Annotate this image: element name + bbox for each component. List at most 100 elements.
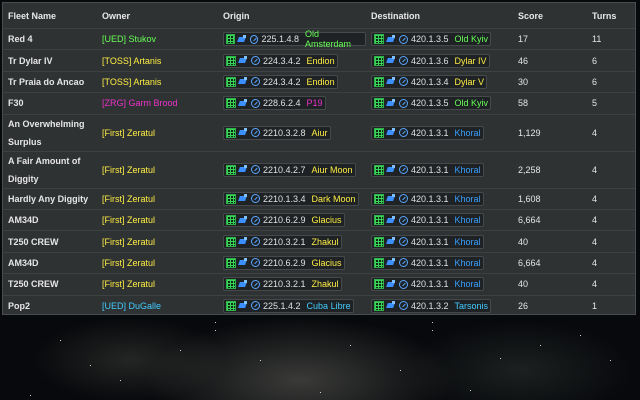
target-icon[interactable] [399, 215, 408, 225]
target-icon[interactable] [399, 279, 408, 289]
fleet-name[interactable]: T250 CREW [3, 273, 97, 296]
system-map-icon[interactable] [374, 98, 384, 109]
fleet-icon[interactable] [387, 98, 396, 108]
target-icon[interactable] [399, 165, 408, 175]
dest-coordinates[interactable]: 420.1.3.5 [411, 34, 449, 44]
fleet-name[interactable]: AM34D [3, 251, 97, 274]
fleet-name[interactable]: Red 4 [3, 27, 97, 50]
system-map-icon[interactable] [226, 236, 236, 247]
target-icon[interactable] [399, 34, 408, 44]
fleet-icon[interactable] [239, 301, 248, 310]
dest-coordinates[interactable]: 420.1.3.4 [411, 77, 449, 87]
player-name[interactable]: Zeratul [127, 215, 155, 225]
col-header-owner[interactable]: Owner [97, 3, 218, 29]
player-name[interactable]: Artanis [133, 77, 161, 87]
table-row[interactable]: T250 CREW [First] Zeratul 2210.3.2.1 Zha… [3, 230, 635, 253]
origin-coordinates[interactable]: 2210.6.2.9 [263, 258, 306, 268]
dest-planet-name[interactable]: Khoral [455, 165, 481, 175]
target-icon[interactable] [249, 34, 259, 44]
table-row[interactable]: F30 [ZRG] Garm Brood 228.6.2.4 P19 420.1… [3, 92, 635, 115]
dest-planet-name[interactable]: Old Kyiv [455, 34, 489, 44]
dest-coordinates[interactable]: 420.1.3.1 [411, 194, 449, 204]
target-icon[interactable] [399, 237, 408, 247]
table-row[interactable]: Hardly Any Diggity [First] Zeratul 2210.… [3, 187, 635, 210]
fleet-icon[interactable] [387, 215, 396, 225]
system-map-icon[interactable] [374, 127, 384, 138]
dest-planet-name[interactable]: Khoral [455, 128, 481, 138]
target-icon[interactable] [251, 77, 260, 87]
target-icon[interactable] [251, 237, 260, 247]
origin-planet-name[interactable]: Zhakul [312, 237, 339, 247]
table-row[interactable]: Tr Dylar IV [TOSS] Artanis 224.3.4.2 End… [3, 49, 635, 72]
target-icon[interactable] [251, 258, 260, 268]
origin-coordinates[interactable]: 2210.1.3.4 [263, 194, 306, 204]
fleet-icon[interactable] [239, 77, 248, 86]
alliance-tag[interactable]: [TOSS] [102, 77, 131, 87]
target-icon[interactable] [251, 301, 260, 311]
col-header-score[interactable]: Score [513, 3, 587, 29]
target-icon[interactable] [251, 279, 260, 289]
table-row[interactable]: Red 4 [UED] Stukov 225.1.4.8 Old Amsterd… [3, 27, 635, 50]
player-name[interactable]: DuGalle [129, 301, 162, 311]
target-icon[interactable] [251, 98, 260, 108]
origin-coordinates[interactable]: 2210.3.2.1 [263, 237, 306, 247]
fleet-icon[interactable] [387, 128, 396, 137]
system-map-icon[interactable] [226, 193, 236, 204]
table-row[interactable]: AM34D [First] Zeratul 2210.6.2.9 Glacius [3, 208, 635, 231]
system-map-icon[interactable] [226, 55, 236, 66]
dest-planet-name[interactable]: Khoral [455, 194, 481, 204]
system-map-icon[interactable] [226, 164, 236, 175]
origin-planet-name[interactable]: Zhakul [312, 279, 339, 289]
system-map-icon[interactable] [374, 76, 384, 87]
fleet-icon[interactable] [239, 128, 248, 137]
dest-coordinates[interactable]: 420.1.3.1 [411, 237, 449, 247]
alliance-tag[interactable]: [First] [102, 237, 125, 247]
target-icon[interactable] [399, 77, 408, 87]
target-icon[interactable] [251, 128, 260, 138]
dest-planet-name[interactable]: Dylar V [455, 77, 485, 87]
fleet-name[interactable]: Tr Dylar IV [3, 49, 97, 72]
player-name[interactable]: Garm Brood [129, 98, 178, 108]
origin-coordinates[interactable]: 225.1.4.2 [263, 301, 301, 311]
dest-planet-name[interactable]: Tarsonis [455, 301, 489, 311]
col-header-fleet-name[interactable]: Fleet Name [3, 3, 97, 29]
target-icon[interactable] [399, 98, 408, 108]
fleet-icon[interactable] [239, 194, 248, 203]
fleet-icon[interactable] [387, 165, 396, 174]
origin-coordinates[interactable]: 228.6.2.4 [263, 98, 301, 108]
system-map-icon[interactable] [374, 279, 384, 290]
alliance-tag[interactable]: [First] [102, 279, 125, 289]
dest-coordinates[interactable]: 420.1.3.6 [411, 56, 449, 66]
table-row[interactable]: AM34D [First] Zeratul 2210.6.2.9 Glacius [3, 251, 635, 274]
player-name[interactable]: Artanis [133, 56, 161, 66]
dest-coordinates[interactable]: 420.1.3.1 [411, 279, 449, 289]
system-map-icon[interactable] [226, 279, 236, 290]
fleet-icon[interactable] [387, 56, 396, 65]
alliance-tag[interactable]: [First] [102, 194, 125, 204]
dest-planet-name[interactable]: Khoral [455, 237, 481, 247]
dest-coordinates[interactable]: 420.1.3.1 [411, 165, 449, 175]
fleet-name[interactable]: Tr Praia do Ancao [3, 70, 97, 93]
fleet-icon[interactable] [387, 34, 396, 44]
player-name[interactable]: Stukov [129, 34, 157, 44]
alliance-tag[interactable]: [UED] [102, 301, 126, 311]
fleet-name[interactable]: An Overwhelming Surplus [3, 113, 97, 152]
dest-planet-name[interactable]: Dylar IV [455, 56, 487, 66]
system-map-icon[interactable] [374, 300, 384, 311]
table-row[interactable]: An Overwhelming Surplus [First] Zeratul … [3, 113, 635, 152]
fleet-name[interactable]: Hardly Any Diggity [3, 187, 97, 210]
target-icon[interactable] [251, 56, 260, 66]
origin-coordinates[interactable]: 224.3.4.2 [263, 56, 301, 66]
fleet-icon[interactable] [387, 237, 396, 246]
system-map-icon[interactable] [374, 55, 384, 66]
system-map-icon[interactable] [374, 236, 384, 247]
origin-planet-name[interactable]: Old Amsterdam [305, 29, 363, 49]
origin-planet-name[interactable]: Glacius [312, 215, 342, 225]
target-icon[interactable] [399, 258, 408, 268]
dest-coordinates[interactable]: 420.1.3.1 [411, 258, 449, 268]
target-icon[interactable] [399, 56, 408, 66]
fleet-icon[interactable] [239, 165, 248, 174]
player-name[interactable]: Zeratul [127, 279, 155, 289]
fleet-name[interactable]: T250 CREW [3, 230, 97, 253]
fleet-icon[interactable] [387, 301, 396, 310]
